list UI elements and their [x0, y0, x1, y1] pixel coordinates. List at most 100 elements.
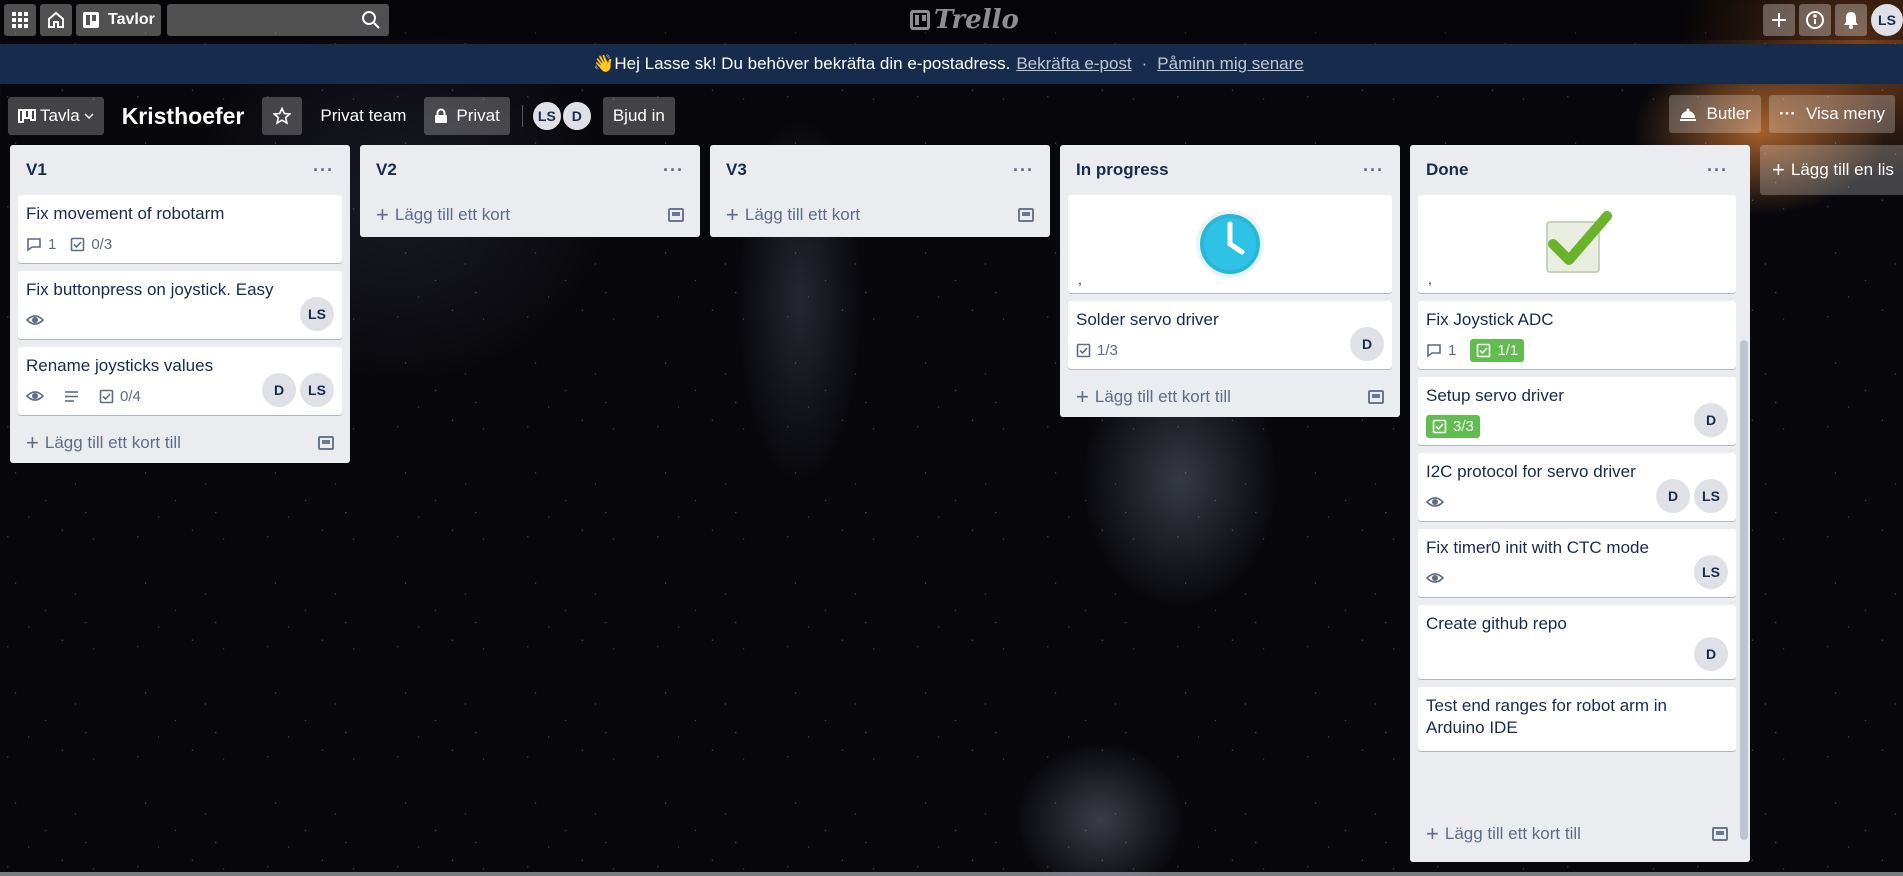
- list-title[interactable]: V2: [376, 160, 397, 180]
- card[interactable]: Solder servo driver 1/3 D: [1068, 301, 1392, 369]
- card-member-avatar[interactable]: LS: [1694, 479, 1728, 513]
- add-card-button[interactable]: + Lägg till ett kort till: [18, 423, 342, 463]
- show-menu-button[interactable]: ··· Visa meny: [1768, 95, 1895, 133]
- plus-icon: +: [26, 430, 39, 455]
- board-view-switcher[interactable]: Tavla: [8, 97, 104, 135]
- card-member-avatar[interactable]: D: [1694, 403, 1728, 437]
- card-member-avatar[interactable]: D: [1656, 479, 1690, 513]
- butler-button[interactable]: Butler: [1668, 95, 1761, 133]
- card[interactable]: Fix movement of robotarm 1 0/3: [18, 195, 342, 263]
- list-menu-icon[interactable]: ···: [1013, 160, 1034, 181]
- card[interactable]: Fix Joystick ADC 1 1/1: [1418, 301, 1736, 369]
- comments-badge: 1: [26, 236, 56, 253]
- star-board-button[interactable]: [262, 97, 303, 135]
- team-button[interactable]: Privat team: [310, 97, 416, 135]
- add-list-button[interactable]: + Lägg till en lis: [1760, 145, 1903, 195]
- list-in-progress: In progress ··· , Solder servo driver 1/…: [1060, 145, 1400, 417]
- eye-icon: [26, 314, 44, 326]
- board-view-label: Tavla: [40, 106, 80, 125]
- card-template-icon[interactable]: [1712, 827, 1728, 841]
- member-avatar-ls[interactable]: LS: [530, 100, 563, 132]
- cover-card[interactable]: ,: [1068, 195, 1392, 293]
- card-title: Fix buttonpress on joystick. Easy: [26, 280, 274, 299]
- checklist-icon: [1076, 343, 1091, 358]
- done-cards-scroll[interactable]: , Fix Joystick ADC 1 1/1 Setup servo dri…: [1418, 195, 1736, 814]
- card-template-icon[interactable]: [1368, 390, 1384, 404]
- card[interactable]: Rename joysticks values 0/4 D LS: [18, 347, 342, 415]
- list-title[interactable]: In progress: [1076, 160, 1169, 180]
- list-menu-icon[interactable]: ···: [1363, 160, 1384, 181]
- comments-count: 1: [1448, 341, 1457, 359]
- create-button[interactable]: [1763, 4, 1795, 36]
- boards-button[interactable]: Tavlor: [76, 4, 161, 36]
- eye-icon: [26, 390, 44, 402]
- card-title: Fix Joystick ADC: [1426, 310, 1554, 329]
- comment-icon: [26, 237, 42, 252]
- eye-icon: [1426, 496, 1444, 508]
- list-title[interactable]: V3: [726, 160, 747, 180]
- apps-button[interactable]: [4, 4, 36, 36]
- checklist-badge: 0/4: [99, 388, 141, 405]
- confirm-email-link[interactable]: Bekräfta e-post: [1016, 54, 1131, 74]
- card[interactable]: Fix timer0 init with CTC mode LS: [1418, 529, 1736, 597]
- add-card-label: Lägg till ett kort: [394, 205, 511, 224]
- add-card-button[interactable]: + Lägg till ett kort: [368, 195, 692, 235]
- search-input[interactable]: [166, 4, 389, 36]
- checklist-count: 0/4: [120, 387, 141, 405]
- horizontal-scrollbar[interactable]: [0, 872, 1903, 876]
- add-card-button[interactable]: + Lägg till ett kort till: [1068, 377, 1392, 417]
- card-member-avatar[interactable]: D: [1350, 327, 1384, 361]
- visibility-button[interactable]: Privat: [424, 97, 510, 135]
- card-member-avatar[interactable]: LS: [1694, 555, 1728, 589]
- invite-button[interactable]: Bjud in: [602, 97, 675, 135]
- info-button[interactable]: [1799, 4, 1831, 36]
- card[interactable]: Fix buttonpress on joystick. Easy LS: [18, 271, 342, 339]
- remind-later-link[interactable]: Påminn mig senare: [1157, 54, 1303, 74]
- list-menu-icon[interactable]: ···: [663, 160, 684, 181]
- plus-icon: [1772, 13, 1786, 27]
- board-header: Tavla Kristhoefer Privat team Privat LS …: [8, 95, 1903, 137]
- checklist-count: 1/1: [1497, 341, 1519, 359]
- card-template-icon[interactable]: [1018, 208, 1034, 222]
- comments-badge: 1: [1426, 342, 1456, 359]
- notifications-button[interactable]: [1835, 4, 1867, 36]
- list-title[interactable]: V1: [26, 160, 47, 180]
- card[interactable]: Setup servo driver 3/3 D: [1418, 377, 1736, 445]
- plus-icon: +: [1426, 821, 1439, 846]
- add-card-button[interactable]: + Lägg till ett kort: [718, 195, 1042, 235]
- card-member-avatar[interactable]: LS: [300, 373, 334, 407]
- card-member-avatar[interactable]: D: [1694, 637, 1728, 671]
- watching-badge: [26, 314, 50, 326]
- user-avatar[interactable]: LS: [1871, 4, 1903, 36]
- card-title: Solder servo driver: [1076, 310, 1219, 329]
- info-icon: [1806, 11, 1824, 29]
- card[interactable]: Test end ranges for robot arm in Arduino…: [1418, 687, 1736, 751]
- checklist-icon: [1432, 419, 1447, 434]
- card[interactable]: Create github repo D: [1418, 605, 1736, 679]
- board-title[interactable]: Kristhoefer: [112, 103, 255, 130]
- cover-card[interactable]: ,: [1418, 195, 1736, 293]
- checklist-icon: [1476, 343, 1491, 358]
- checklist-icon: [70, 237, 85, 252]
- card-member-avatar[interactable]: LS: [300, 297, 334, 331]
- top-header: Tavlor Trello LS: [0, 0, 1903, 40]
- watching-badge: [1426, 496, 1450, 508]
- more-dots-icon: ···: [1778, 104, 1796, 123]
- home-button[interactable]: [40, 4, 72, 36]
- member-avatar-d[interactable]: D: [560, 100, 593, 132]
- card-template-icon[interactable]: [668, 208, 684, 222]
- add-card-button[interactable]: + Lägg till ett kort till: [1418, 814, 1736, 854]
- card-template-icon[interactable]: [318, 436, 334, 450]
- list-v2: V2 ··· + Lägg till ett kort: [360, 145, 700, 237]
- list-menu-icon[interactable]: ···: [313, 160, 334, 181]
- home-icon: [48, 11, 64, 28]
- logo-text: Trello: [934, 5, 1019, 35]
- search-icon: [361, 11, 380, 29]
- card[interactable]: I2C protocol for servo driver D LS: [1418, 453, 1736, 521]
- list-menu-icon[interactable]: ···: [1707, 160, 1728, 181]
- list-scrollbar[interactable]: [1740, 340, 1748, 840]
- card-member-avatar[interactable]: D: [262, 373, 296, 407]
- list-title[interactable]: Done: [1426, 160, 1469, 180]
- trello-logo[interactable]: Trello: [910, 4, 1019, 36]
- visibility-label: Privat: [456, 106, 500, 125]
